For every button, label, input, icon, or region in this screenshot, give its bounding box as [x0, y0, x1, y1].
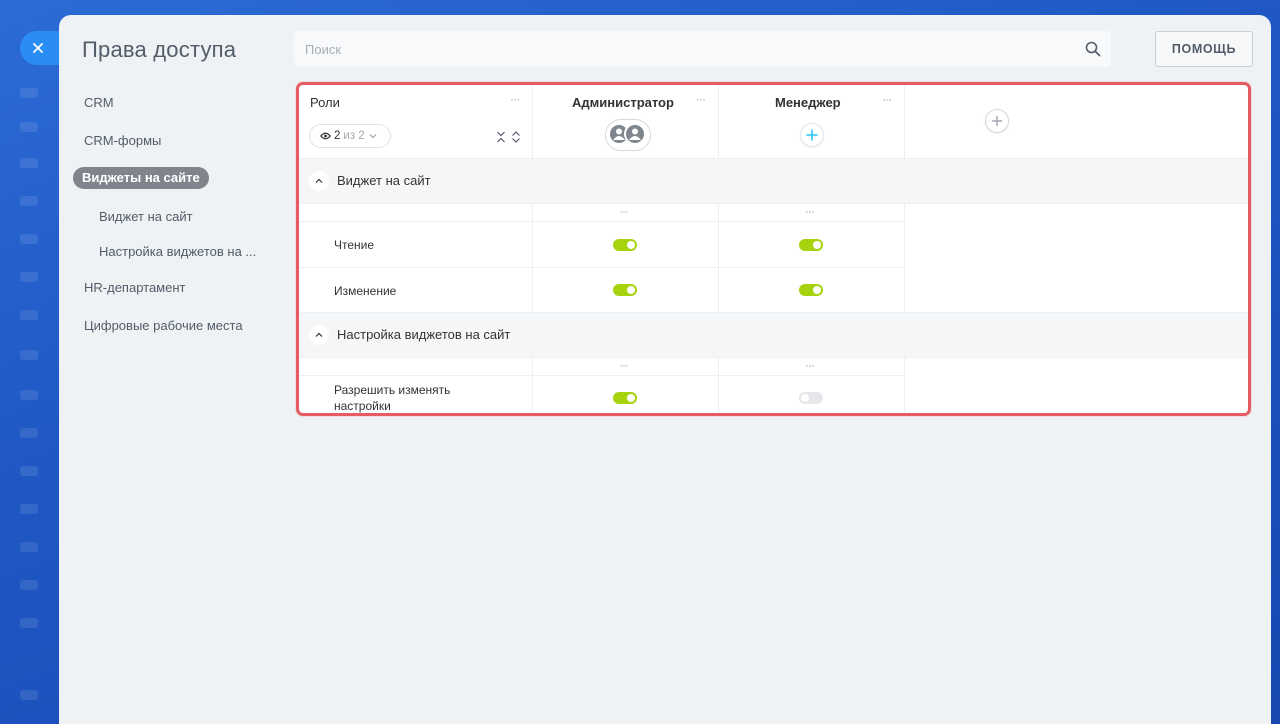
background-left-rail: [0, 0, 60, 724]
role-column-title: Менеджер: [775, 95, 841, 110]
collapse-all-icon[interactable]: [496, 131, 506, 143]
chevron-down-icon: [369, 134, 377, 139]
expand-all-icon[interactable]: [511, 131, 521, 143]
roles-header: Роли: [310, 95, 340, 110]
column-section-menu-button[interactable]: ···: [619, 359, 629, 371]
permissions-table: Роли ··· 2 из 2 Администратор ··· Менедж…: [296, 82, 1251, 416]
nav-item-hr-department[interactable]: HR-департамент: [84, 280, 185, 295]
close-icon: [33, 43, 43, 53]
permission-toggle[interactable]: [613, 284, 637, 296]
search-icon[interactable]: [1085, 41, 1101, 57]
nav-item-crm[interactable]: CRM: [84, 95, 114, 110]
section-title: Настройка виджетов на сайт: [337, 327, 511, 342]
section-actions-row: ··· ···: [299, 358, 905, 376]
collapse-section-button[interactable]: [309, 325, 329, 345]
chevron-up-icon: [315, 332, 323, 337]
group-avatar: [624, 123, 646, 145]
add-member-button[interactable]: [800, 123, 824, 147]
filter-shown-count: 2: [334, 130, 341, 142]
roles-visibility-filter[interactable]: 2 из 2: [309, 124, 391, 148]
filter-total-label: из 2: [343, 130, 365, 142]
permission-toggle[interactable]: [799, 392, 823, 404]
plus-icon: [991, 115, 1003, 127]
user-group-icon: [629, 128, 641, 140]
role-column-title: Администратор: [572, 95, 674, 110]
search-box: [294, 31, 1111, 67]
permission-toggle[interactable]: [799, 284, 823, 296]
roles-menu-button[interactable]: ···: [510, 93, 520, 105]
permission-row: Чтение: [299, 222, 905, 268]
add-role-button[interactable]: [985, 109, 1009, 133]
permission-toggle[interactable]: [799, 239, 823, 251]
permission-label: Изменение: [334, 284, 397, 298]
role-menu-button[interactable]: ···: [882, 93, 892, 105]
help-button[interactable]: ПОМОЩЬ: [1155, 31, 1253, 67]
collapse-section-button[interactable]: [309, 171, 329, 191]
nav-item-crm-forms[interactable]: CRM-формы: [84, 133, 161, 148]
role-members-avatars[interactable]: [605, 119, 651, 151]
section-actions-row: ··· ···: [299, 204, 905, 222]
page-title: Права доступа: [82, 37, 237, 62]
nav-item-digital-workplaces[interactable]: Цифровые рабочие места: [84, 318, 243, 333]
eye-icon: [320, 132, 331, 140]
permission-row: Изменение: [299, 268, 905, 313]
permission-label: Чтение: [334, 238, 375, 252]
search-input[interactable]: [294, 31, 1111, 67]
section-title: Виджет на сайт: [337, 173, 431, 188]
permission-toggle[interactable]: [613, 392, 637, 404]
permission-section: Виджет на сайт: [299, 158, 1248, 204]
plus-icon: [806, 129, 818, 141]
column-section-menu-button[interactable]: ···: [619, 205, 629, 217]
permission-section: Настройка виджетов на сайт: [299, 312, 1248, 358]
access-rights-panel: Права доступа ПОМОЩЬ CRM CRM-формы Видже…: [59, 15, 1271, 724]
chevron-up-icon: [315, 178, 323, 183]
column-section-menu-button[interactable]: ···: [805, 205, 815, 217]
column-section-menu-button[interactable]: ···: [805, 359, 815, 371]
nav-subitem-site-widget[interactable]: Виджет на сайт: [99, 209, 193, 224]
nav-subitem-widget-settings[interactable]: Настройка виджетов на ...: [99, 244, 256, 259]
permission-toggle[interactable]: [613, 239, 637, 251]
permission-label: Разрешить изменять настройки: [334, 383, 451, 413]
permission-row: Разрешить изменять настройки: [299, 376, 905, 413]
role-menu-button[interactable]: ···: [696, 93, 706, 105]
nav-item-site-widgets[interactable]: Виджеты на сайте: [73, 167, 209, 189]
